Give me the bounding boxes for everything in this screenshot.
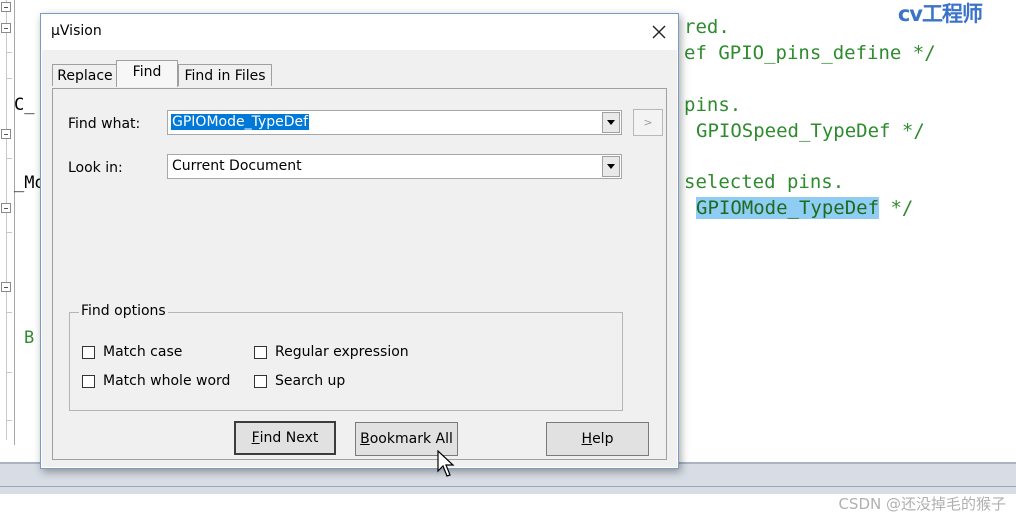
close-button[interactable] — [640, 14, 678, 50]
chevron-down-icon — [607, 120, 615, 125]
code-fragment-left: C_ — [14, 95, 35, 115]
find-next-mnemonic: F — [251, 430, 260, 446]
credit-watermark: CSDN @还没掉毛的猴子 — [838, 495, 1006, 513]
dialog-title: µVision — [51, 23, 102, 39]
fold-collapse-icon[interactable] — [1, 2, 11, 12]
tab-find-in-files-label: Find in Files — [184, 68, 266, 84]
find-options-group: Find options Match case Match whole word… — [69, 303, 623, 411]
match-whole-word-label: Match whole word — [103, 373, 231, 389]
find-options-title: Find options — [79, 303, 168, 319]
fold-tick — [6, 78, 12, 79]
find-next-label: Find Next — [236, 423, 334, 453]
checkbox-box[interactable] — [254, 374, 267, 388]
bookmark-all-text: ookmark All — [369, 431, 453, 447]
regex-helper-label: > — [643, 116, 653, 129]
help-mnemonic: H — [581, 431, 593, 447]
look-in-combobox[interactable]: Current Document — [167, 154, 622, 179]
regular-expression-checkbox[interactable]: Regular expression — [254, 344, 409, 360]
fold-collapse-icon[interactable] — [1, 282, 11, 292]
code-line: pins. — [684, 94, 742, 116]
match-case-label: Match case — [103, 344, 183, 360]
match-whole-word-checkbox[interactable]: Match whole word — [82, 373, 230, 389]
fold-tick — [6, 312, 12, 313]
fold-guide-line — [6, 0, 7, 440]
look-in-dropdown-button[interactable] — [602, 156, 620, 177]
editor-fold-gutter — [0, 0, 15, 445]
chevron-down-icon — [607, 164, 615, 169]
fold-tick — [6, 52, 12, 53]
bookmark-all-mnemonic: B — [360, 431, 370, 447]
code-fragment-left: B — [24, 328, 35, 348]
search-up-checkbox[interactable]: Search up — [254, 373, 345, 389]
fold-collapse-icon[interactable] — [1, 203, 11, 213]
watermark-logo: cv工程师 — [897, 2, 983, 26]
fold-collapse-icon[interactable] — [1, 23, 11, 33]
tab-find-in-files[interactable]: Find in Files — [178, 64, 272, 86]
find-what-combobox[interactable]: GPIOMode_TypeDef — [167, 110, 622, 135]
regex-helper-button[interactable]: > — [633, 109, 663, 136]
search-up-label: Search up — [275, 373, 346, 389]
dialog-titlebar[interactable]: µVision — [41, 14, 678, 50]
checkbox-box[interactable] — [82, 374, 95, 388]
fold-tick — [6, 232, 12, 233]
help-button[interactable]: Help — [546, 422, 649, 456]
fold-tick — [6, 158, 12, 159]
fold-collapse-icon[interactable] — [1, 129, 11, 139]
close-icon — [652, 25, 666, 39]
regular-expression-label: Regular expression — [275, 344, 409, 360]
tab-replace-label: Replace — [57, 68, 113, 84]
look-in-label: Look in: — [68, 160, 123, 176]
code-comment-end: */ — [879, 197, 914, 219]
code-line: red. — [684, 16, 730, 38]
code-line: selected pins. — [684, 171, 845, 193]
mouse-pointer-icon — [437, 450, 455, 477]
look-in-value: Current Document — [172, 158, 302, 174]
find-what-value: GPIOMode_TypeDef — [171, 114, 310, 130]
find-what-dropdown-button[interactable] — [602, 112, 620, 133]
fold-tick — [6, 420, 12, 421]
match-case-checkbox[interactable]: Match case — [82, 344, 182, 360]
help-label: Help — [547, 423, 648, 455]
dialog-client-area: Replace Find Find in Files Find what: GP… — [42, 50, 677, 467]
tab-find-label: Find — [132, 64, 162, 80]
code-line-highlighted: GPIOMode_TypeDef */ — [696, 197, 913, 219]
search-match-highlight: GPIOMode_TypeDef — [696, 197, 880, 219]
fold-tick — [6, 372, 12, 373]
help-text: elp — [592, 431, 614, 447]
find-what-label: Find what: — [68, 116, 141, 132]
code-line: ef GPIO_pins_define */ — [684, 42, 936, 64]
find-dialog: µVision Replace Find Find in Files Find … — [40, 13, 679, 469]
checkbox-box[interactable] — [254, 345, 267, 359]
tab-replace[interactable]: Replace — [52, 64, 118, 86]
find-next-button[interactable]: Find Next — [234, 421, 336, 455]
code-line: GPIOSpeed_TypeDef */ — [696, 120, 925, 142]
find-tab-panel: Find what: GPIOMode_TypeDef > Look in: C… — [52, 88, 667, 460]
tab-find[interactable]: Find — [116, 60, 178, 87]
find-next-text: ind Next — [259, 430, 319, 446]
checkbox-box[interactable] — [82, 345, 95, 359]
